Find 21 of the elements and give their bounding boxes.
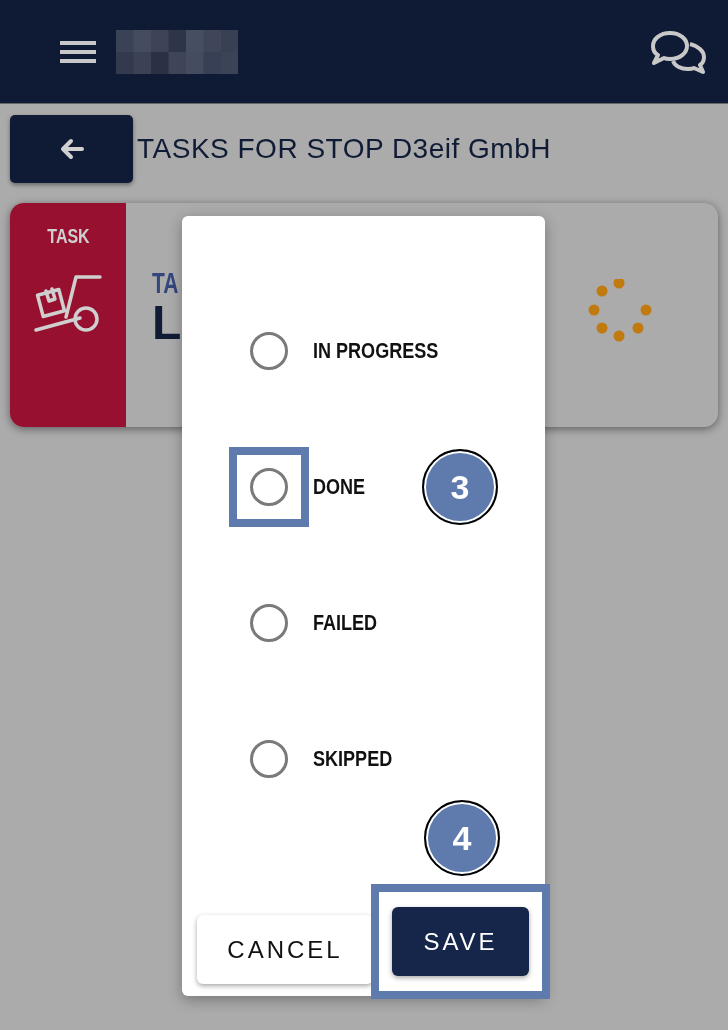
option-label[interactable]: DONE	[313, 474, 366, 500]
radio-button[interactable]	[250, 740, 288, 778]
task-subtitle: TA	[152, 267, 179, 299]
option-label[interactable]: SKIPPED	[313, 746, 393, 772]
save-button[interactable]: SAVE	[392, 907, 529, 976]
page-title: TASKS FOR STOP D3eif GmbH	[137, 133, 551, 165]
option-label[interactable]: FAILED	[313, 610, 378, 636]
radio-button[interactable]	[250, 604, 288, 642]
task-title: L	[152, 299, 183, 347]
step-number-badge: 4	[424, 800, 500, 876]
radio-button[interactable]	[250, 468, 288, 506]
option-label[interactable]: IN PROGRESS	[313, 338, 439, 364]
menu-icon[interactable]	[60, 40, 96, 63]
chat-icon[interactable]	[650, 29, 708, 74]
back-button[interactable]	[10, 115, 133, 183]
back-arrow-icon	[59, 138, 84, 160]
step-number-badge: 3	[422, 449, 498, 525]
cancel-button[interactable]: CANCEL	[197, 915, 373, 984]
radio-button[interactable]	[250, 332, 288, 370]
task-label: TASK	[46, 225, 90, 248]
hand-truck-icon	[34, 274, 102, 334]
